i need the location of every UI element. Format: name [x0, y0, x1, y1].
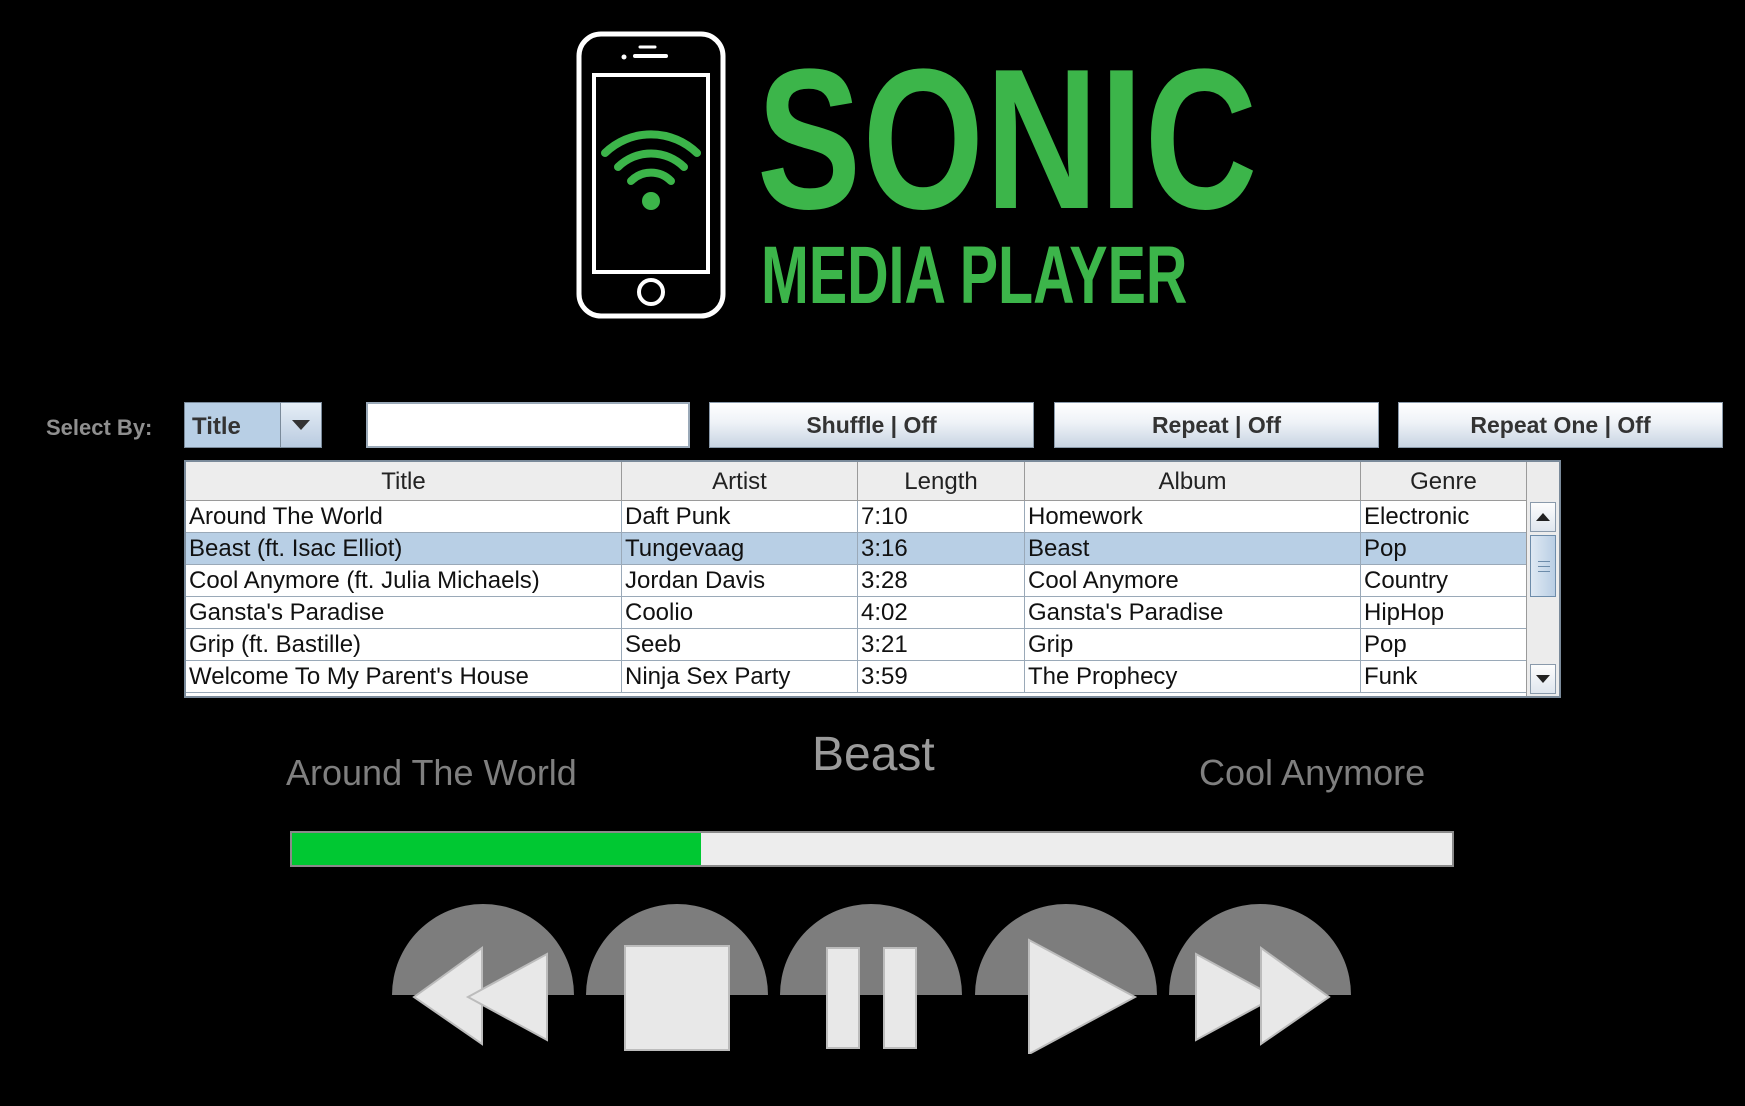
scroll-up-button[interactable]: [1530, 502, 1556, 532]
table-row[interactable]: Welcome To My Parent's House Ninja Sex P…: [186, 661, 1527, 693]
cell-title: Cool Anymore (ft. Julia Michaels): [186, 565, 622, 596]
song-table[interactable]: Title Artist Length Album Genre Around T…: [184, 460, 1561, 698]
cell-artist: Seeb: [622, 629, 858, 660]
pause-button[interactable]: [780, 904, 962, 1054]
cell-album: Beast: [1025, 533, 1361, 564]
repeat-one-button[interactable]: Repeat One | Off: [1398, 402, 1723, 448]
column-header-artist[interactable]: Artist: [622, 462, 858, 500]
fast-forward-icon: [1169, 904, 1351, 1046]
select-by-label: Select By:: [46, 415, 153, 440]
cell-genre: Electronic: [1361, 501, 1527, 532]
progress-fill: [292, 833, 702, 865]
column-header-title[interactable]: Title: [186, 462, 622, 500]
arrow-up-icon: [1536, 513, 1550, 521]
cell-length: 4:02: [858, 597, 1025, 628]
select-by-dropdown[interactable]: Title: [184, 402, 322, 448]
cell-length: 7:10: [858, 501, 1025, 532]
grip-icon: [1538, 561, 1550, 572]
shuffle-button[interactable]: Shuffle | Off: [709, 402, 1034, 448]
table-header: Title Artist Length Album Genre: [186, 462, 1527, 501]
cell-album: Gansta's Paradise: [1025, 597, 1361, 628]
pause-icon: [780, 904, 962, 1049]
cell-album: Grip: [1025, 629, 1361, 660]
cell-artist: Jordan Davis: [622, 565, 858, 596]
play-icon: [975, 904, 1157, 1054]
table-row[interactable]: Around The World Daft Punk 7:10 Homework…: [186, 501, 1527, 533]
cell-length: 3:16: [858, 533, 1025, 564]
next-track-label: Cool Anymore: [1199, 752, 1426, 793]
cell-artist: Daft Punk: [622, 501, 858, 532]
stop-button[interactable]: [586, 904, 768, 1054]
current-track-label: Beast: [812, 728, 935, 781]
table-row[interactable]: Cool Anymore (ft. Julia Michaels) Jordan…: [186, 565, 1527, 597]
cell-length: 3:21: [858, 629, 1025, 660]
cell-album: The Prophecy: [1025, 661, 1361, 692]
play-button[interactable]: [975, 904, 1157, 1054]
cell-artist: Ninja Sex Party: [622, 661, 858, 692]
arrow-down-icon: [1536, 675, 1550, 683]
cell-genre: Pop: [1361, 533, 1527, 564]
table-row[interactable]: Gansta's Paradise Coolio 4:02 Gansta's P…: [186, 597, 1527, 629]
cell-album: Cool Anymore: [1025, 565, 1361, 596]
app-logo-subtitle: MEDIA PLAYER: [761, 230, 1188, 321]
cell-artist: Coolio: [622, 597, 858, 628]
cell-title: Welcome To My Parent's House: [186, 661, 622, 692]
repeat-button[interactable]: Repeat | Off: [1054, 402, 1379, 448]
cell-title: Gansta's Paradise: [186, 597, 622, 628]
column-header-genre[interactable]: Genre: [1361, 462, 1527, 500]
column-header-album[interactable]: Album: [1025, 462, 1361, 500]
cell-length: 3:28: [858, 565, 1025, 596]
cell-title: Beast (ft. Isac Elliot): [186, 533, 622, 564]
cell-album: Homework: [1025, 501, 1361, 532]
column-header-length[interactable]: Length: [858, 462, 1025, 500]
playback-progress-bar[interactable]: [290, 831, 1454, 867]
rewind-icon: [392, 904, 574, 1046]
dropdown-toggle[interactable]: [280, 403, 321, 447]
previous-track-label: Around The World: [286, 752, 577, 793]
cell-title: Grip (ft. Bastille): [186, 629, 622, 660]
cell-length: 3:59: [858, 661, 1025, 692]
rewind-button[interactable]: [392, 904, 574, 1054]
table-row[interactable]: Beast (ft. Isac Elliot) Tungevaag 3:16 B…: [186, 533, 1527, 565]
table-row[interactable]: Grip (ft. Bastille) Seeb 3:21 Grip Pop: [186, 629, 1527, 661]
cell-genre: Country: [1361, 565, 1527, 596]
table-scrollbar[interactable]: [1526, 462, 1559, 696]
chevron-down-icon: [292, 420, 310, 430]
cell-artist: Tungevaag: [622, 533, 858, 564]
cell-title: Around The World: [186, 501, 622, 532]
cell-genre: Funk: [1361, 661, 1527, 692]
cell-genre: Pop: [1361, 629, 1527, 660]
table-body: Around The World Daft Punk 7:10 Homework…: [186, 501, 1527, 693]
select-by-value: Title: [192, 413, 241, 440]
scroll-down-button[interactable]: [1530, 664, 1556, 694]
stop-icon: [586, 904, 768, 1051]
smartphone-wifi-icon: [576, 31, 726, 319]
cell-genre: HipHop: [1361, 597, 1527, 628]
scroll-thumb[interactable]: [1530, 535, 1556, 597]
search-input[interactable]: [366, 402, 690, 448]
app-logo-title: SONIC: [757, 28, 1259, 251]
fast-forward-button[interactable]: [1169, 904, 1351, 1054]
